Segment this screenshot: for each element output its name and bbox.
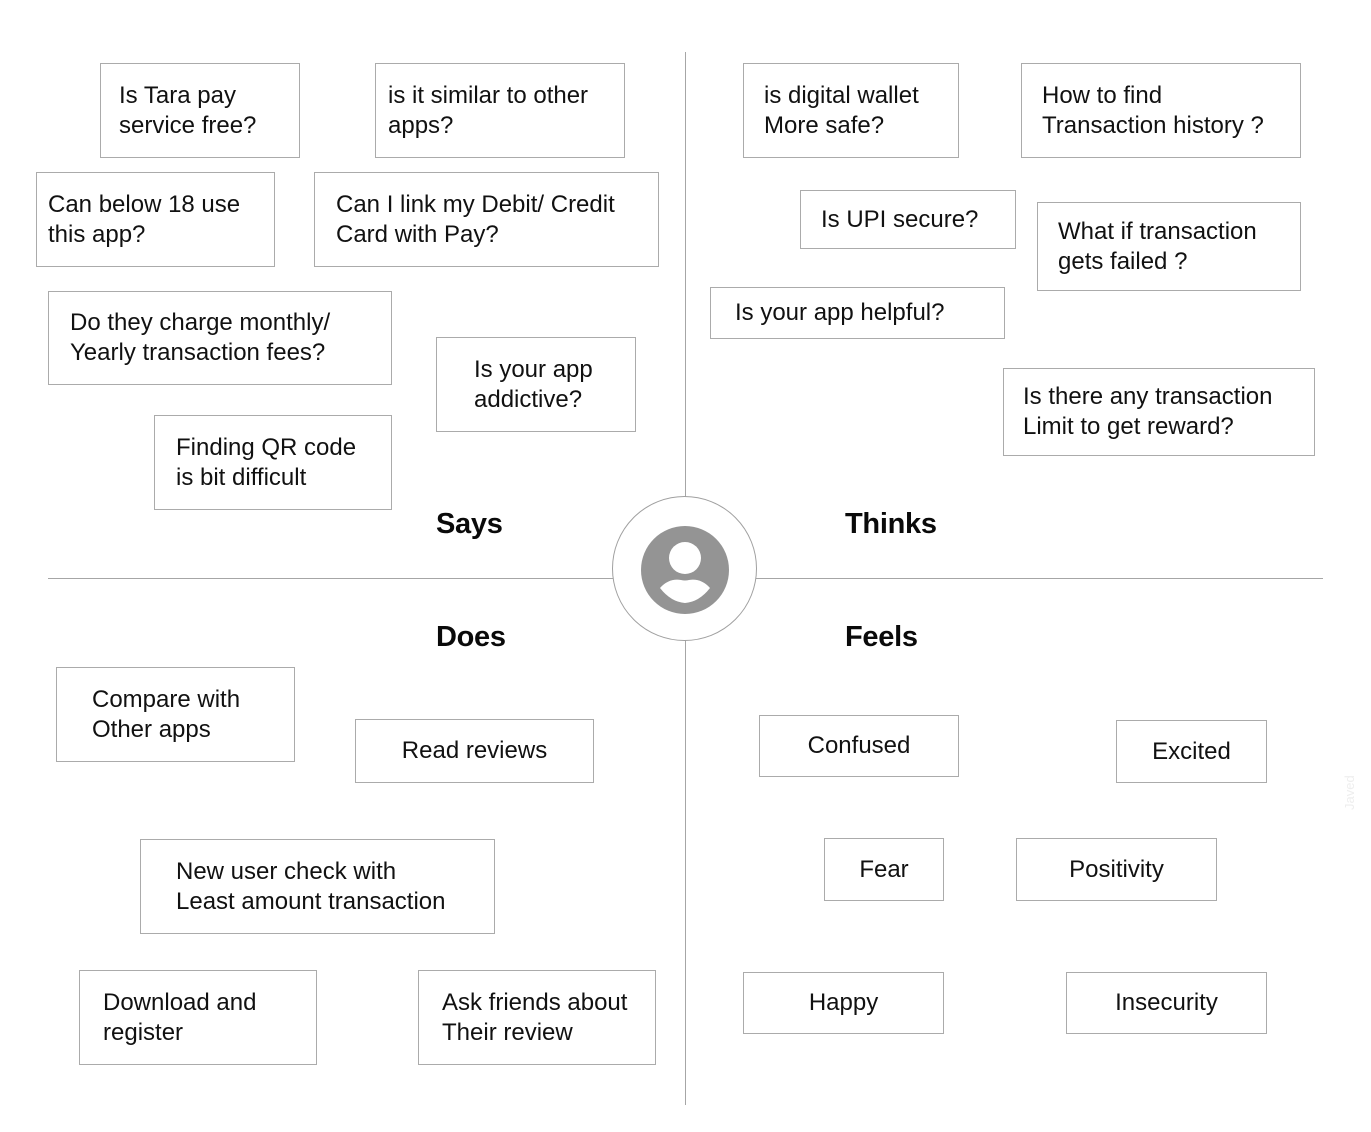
says-note[interactable]: Finding QR code is bit difficult: [154, 415, 392, 510]
feels-note[interactable]: Positivity: [1016, 838, 1217, 901]
says-note[interactable]: Can I link my Debit/ Credit Card with Pa…: [314, 172, 659, 267]
does-note[interactable]: Compare with Other apps: [56, 667, 295, 762]
does-note[interactable]: Ask friends about Their review: [418, 970, 656, 1065]
thinks-label: Thinks: [845, 508, 937, 540]
does-label: Does: [436, 621, 506, 653]
thinks-note[interactable]: How to find Transaction history ?: [1021, 63, 1301, 158]
says-note[interactable]: Do they charge monthly/ Yearly transacti…: [48, 291, 392, 385]
says-note[interactable]: Is Tara pay service free?: [100, 63, 300, 158]
says-note[interactable]: Can below 18 use this app?: [36, 172, 275, 267]
does-note[interactable]: Read reviews: [355, 719, 594, 783]
thinks-note[interactable]: Is your app helpful?: [710, 287, 1005, 339]
feels-note[interactable]: Happy: [743, 972, 944, 1034]
thinks-note[interactable]: is digital wallet More safe?: [743, 63, 959, 158]
thinks-note[interactable]: What if transaction gets failed ?: [1037, 202, 1301, 291]
says-note[interactable]: is it similar to other apps?: [375, 63, 625, 158]
user-avatar-icon: [641, 526, 729, 614]
feels-note[interactable]: Insecurity: [1066, 972, 1267, 1034]
says-label: Says: [436, 508, 503, 540]
thinks-note[interactable]: Is there any transaction Limit to get re…: [1003, 368, 1315, 456]
says-note[interactable]: Is your app addictive?: [436, 337, 636, 432]
feels-note[interactable]: Excited: [1116, 720, 1267, 783]
feels-note[interactable]: Fear: [824, 838, 944, 901]
does-note[interactable]: New user check with Least amount transac…: [140, 839, 495, 934]
does-note[interactable]: Download and register: [79, 970, 317, 1065]
feels-note[interactable]: Confused: [759, 715, 959, 777]
watermark: Javed: [1342, 775, 1357, 810]
feels-label: Feels: [845, 621, 918, 653]
empathy-map: Is Tara pay service free? is it similar …: [0, 0, 1371, 1132]
thinks-note[interactable]: Is UPI secure?: [800, 190, 1016, 249]
